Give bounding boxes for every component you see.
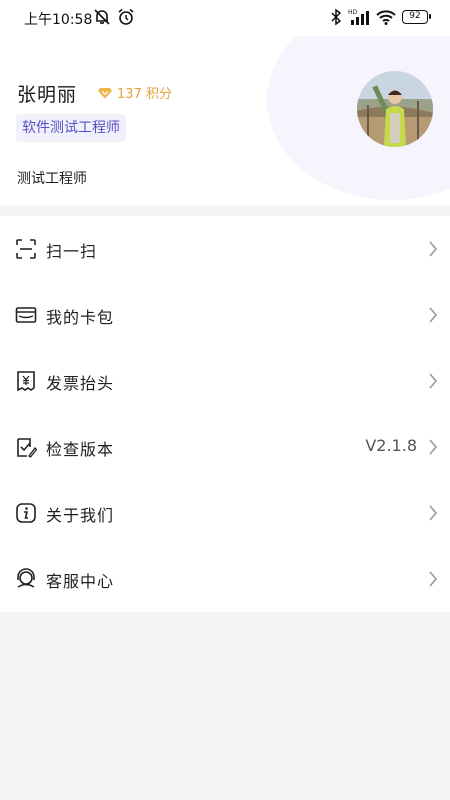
bell-off-icon bbox=[94, 9, 110, 25]
menu-item-scan[interactable]: 扫一扫 bbox=[0, 216, 450, 282]
menu-item-label: 发票抬头 bbox=[46, 374, 115, 393]
version-check-icon bbox=[17, 438, 37, 458]
avatar[interactable] bbox=[357, 71, 433, 147]
menu-item-label: 检查版本 bbox=[46, 440, 115, 459]
chevron-right-icon bbox=[429, 571, 438, 587]
menu-item-label: 关于我们 bbox=[46, 506, 115, 525]
status-bar: 上午10:58 HD 92 bbox=[0, 0, 450, 36]
status-left-icons bbox=[93, 8, 135, 26]
menu-item-customer-service[interactable]: 客服中心 bbox=[0, 546, 450, 612]
user-name: 张明丽 bbox=[17, 84, 78, 106]
customer-service-icon bbox=[17, 568, 35, 588]
job-title-tag: 软件测试工程师 bbox=[16, 114, 126, 142]
chevron-right-icon bbox=[429, 373, 438, 389]
chevron-right-icon bbox=[429, 439, 438, 455]
menu-list: 扫一扫 我的卡包 发票抬头 检查版本 V2.1.8 关于我们 客服中心 bbox=[0, 216, 450, 612]
svg-text:HD: HD bbox=[348, 9, 358, 16]
chevron-right-icon bbox=[429, 241, 438, 257]
menu-item-wallet[interactable]: 我的卡包 bbox=[0, 282, 450, 348]
menu-item-label: 客服中心 bbox=[46, 572, 115, 591]
battery-level: 92 bbox=[409, 11, 421, 21]
alarm-icon bbox=[118, 8, 134, 25]
version-value: V2.1.8 bbox=[365, 436, 417, 455]
chevron-right-icon bbox=[429, 505, 438, 521]
scan-icon bbox=[16, 239, 36, 259]
status-time: 上午10:58 bbox=[24, 12, 93, 28]
menu-item-about-us[interactable]: 关于我们 bbox=[0, 480, 450, 546]
menu-item-label: 我的卡包 bbox=[46, 308, 115, 327]
diamond-icon bbox=[98, 87, 112, 98]
menu-item-invoice[interactable]: 发票抬头 bbox=[0, 348, 450, 414]
battery-icon: 92 bbox=[402, 10, 431, 24]
status-right-icons: HD 92 bbox=[330, 8, 431, 26]
avatar-photo bbox=[357, 71, 433, 147]
signal-icon: HD bbox=[348, 9, 369, 25]
menu-item-check-version[interactable]: 检查版本 V2.1.8 bbox=[0, 414, 450, 480]
menu-item-label: 扫一扫 bbox=[46, 242, 98, 261]
bluetooth-icon bbox=[331, 8, 342, 26]
info-icon bbox=[16, 503, 36, 523]
points-badge[interactable]: 137 积分 bbox=[98, 83, 172, 102]
chevron-right-icon bbox=[429, 307, 438, 323]
profile-subtitle: 测试工程师 bbox=[17, 171, 87, 187]
wallet-icon bbox=[15, 307, 37, 323]
wifi-icon bbox=[376, 10, 396, 25]
points-text: 137 积分 bbox=[117, 87, 172, 102]
profile-header: 张明丽 137 积分 软件测试工程师 测试工程师 bbox=[0, 36, 450, 205]
invoice-icon bbox=[17, 371, 35, 392]
